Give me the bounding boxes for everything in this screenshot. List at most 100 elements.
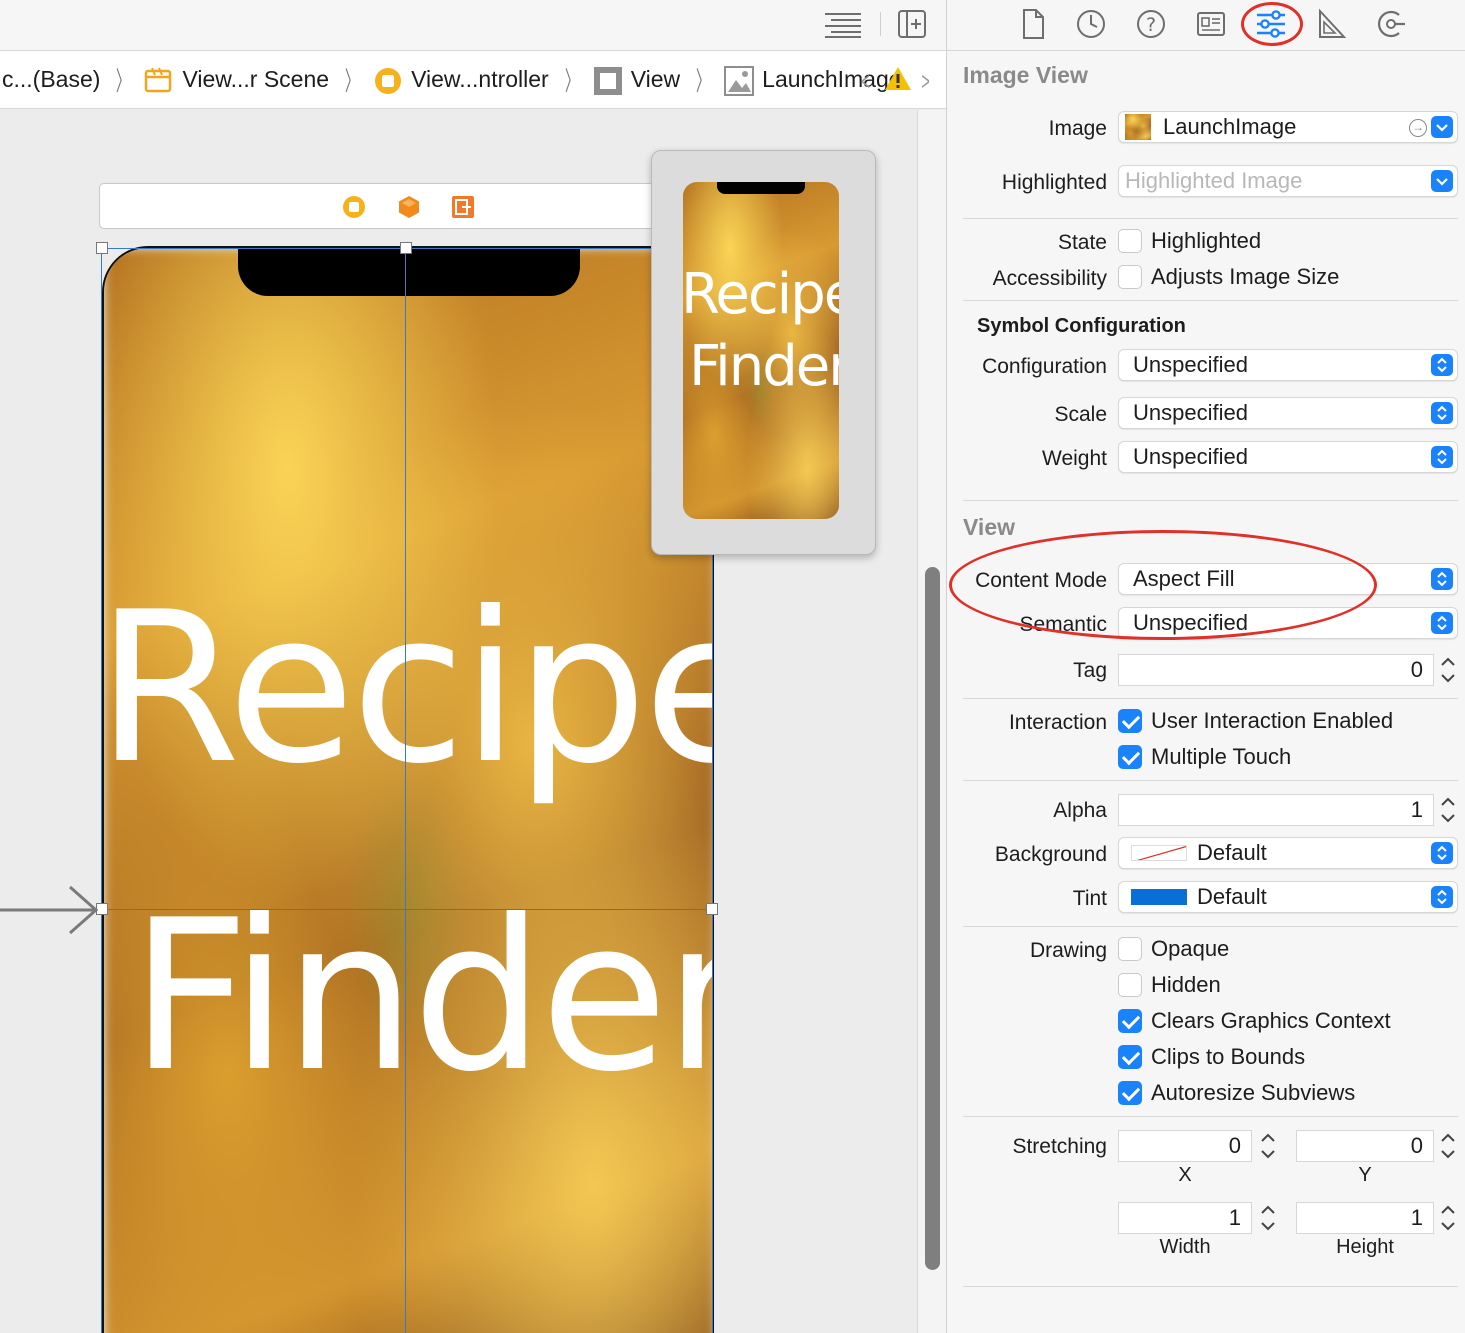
scrollbar-thumb[interactable] [925,567,940,1270]
resize-handle[interactable] [400,242,412,254]
chevron-down-icon[interactable] [1431,116,1453,138]
updown-chevron-icon[interactable] [1431,842,1453,864]
clears-graphics-row[interactable]: Clears Graphics Context [1118,1008,1391,1034]
tint-color-popup[interactable]: Default [1118,881,1458,913]
section-divider [963,1116,1458,1117]
tag-field[interactable]: 0 [1118,654,1434,686]
configuration-popup[interactable]: Unspecified [1118,349,1458,381]
scale-popup[interactable]: Unspecified [1118,397,1458,429]
updown-chevron-icon[interactable] [1431,354,1453,376]
hidden-checkbox[interactable] [1118,973,1142,997]
configuration-label: Configuration [982,355,1107,378]
attributes-inspector: ? Image View Image LaunchImage → Highlig… [946,0,1465,1333]
size-inspector-icon[interactable] [1311,6,1351,42]
opaque-row[interactable]: Opaque [1118,936,1229,962]
multiple-touch-checkbox[interactable] [1118,745,1142,769]
resize-handle[interactable] [706,903,718,915]
breadcrumb-separator: 〉 [564,66,579,96]
scale-value: Unspecified [1133,400,1248,425]
image-goto-icon[interactable]: → [1409,119,1427,137]
view-controller-dock-icon[interactable] [342,195,366,219]
highlighted-checkbox-row[interactable]: Highlighted [1118,228,1261,254]
file-inspector-icon[interactable] [1013,6,1053,42]
updown-chevron-icon[interactable] [1431,446,1453,468]
breadcrumb-scene[interactable]: View...r Scene [144,66,329,94]
stretch-x-field[interactable]: 0 [1118,1130,1252,1162]
add-editor-icon[interactable] [896,8,928,40]
autoresize-row[interactable]: Autoresize Subviews [1118,1080,1355,1106]
breadcrumb-separator: 〉 [116,66,131,96]
previous-issue-icon[interactable]: < [861,66,869,97]
image-label: Image [1048,117,1107,140]
adjusts-image-size-row[interactable]: Adjusts Image Size [1118,264,1339,290]
updown-chevron-icon[interactable] [1431,886,1453,908]
editor-options-icon[interactable] [823,9,863,39]
alpha-stepper[interactable] [1437,794,1459,826]
warning-icon[interactable] [884,65,912,93]
autoresize-checkbox[interactable] [1118,1081,1142,1105]
alpha-field[interactable]: 1 [1118,794,1434,826]
scene-icon [144,66,172,94]
storyboard-canvas[interactable]: Recipe Finder Recipe Finder [0,110,916,1333]
resize-handle[interactable] [96,242,108,254]
identity-inspector-icon[interactable] [1191,6,1231,42]
first-responder-icon[interactable] [397,195,421,219]
section-divider [963,698,1458,699]
breadcrumb-view-controller[interactable]: View...ntroller [373,66,549,94]
next-issue-icon[interactable]: > [921,66,929,97]
updown-chevron-icon[interactable] [1431,568,1453,590]
stretch-x-caption: X [1178,1164,1192,1186]
breadcrumb-view[interactable]: View [593,66,681,95]
chevron-down-icon[interactable] [1431,170,1453,192]
symbol-configuration-title: Symbol Configuration [977,315,1186,337]
background-color-popup[interactable]: Default [1118,837,1458,869]
toolbar-divider [880,12,881,36]
highlighted-image-combo-box[interactable]: Highlighted Image [1118,165,1458,197]
breadcrumb-label: View...ntroller [411,66,549,92]
connections-inspector-icon[interactable] [1371,6,1411,42]
highlighted-checkbox[interactable] [1118,229,1142,253]
tag-stepper[interactable] [1437,654,1459,686]
drawing-label: Drawing [1029,939,1107,962]
highlighted-checkbox-label: Highlighted [1151,228,1262,253]
jump-bar: c...(Base) 〉 View...r Scene 〉 View...ntr… [0,51,946,109]
entry-point-arrow-icon[interactable] [0,885,100,935]
exit-icon[interactable] [451,195,475,219]
updown-chevron-icon[interactable] [1431,402,1453,424]
weight-popup[interactable]: Unspecified [1118,441,1458,473]
accessibility-label: Accessibility [992,267,1107,290]
clips-to-bounds-row[interactable]: Clips to Bounds [1118,1044,1305,1070]
stretch-y-stepper[interactable] [1437,1130,1459,1162]
user-interaction-checkbox[interactable] [1118,709,1142,733]
history-inspector-icon[interactable] [1071,6,1111,42]
image-combo-box[interactable]: LaunchImage → [1118,111,1458,143]
stretch-height-field[interactable]: 1 [1296,1202,1434,1234]
clears-graphics-checkbox[interactable] [1118,1009,1142,1033]
breadcrumb-separator: 〉 [696,66,711,96]
user-interaction-row[interactable]: User Interaction Enabled [1118,708,1393,734]
adjusts-image-size-checkbox[interactable] [1118,265,1142,289]
updown-chevron-icon[interactable] [1431,612,1453,634]
clips-to-bounds-checkbox[interactable] [1118,1045,1142,1069]
stretch-y-field[interactable]: 0 [1296,1130,1434,1162]
opaque-checkbox[interactable] [1118,937,1142,961]
stretch-height-stepper[interactable] [1437,1202,1459,1234]
stretch-width-field[interactable]: 1 [1118,1202,1252,1234]
breadcrumb-base[interactable]: c...(Base) [2,66,100,93]
breadcrumb-label: c...(Base) [2,66,101,92]
canvas-scrollbar[interactable] [917,110,946,1333]
breadcrumb-launch-image[interactable]: LaunchImage [724,65,902,96]
scene-dock [99,183,659,229]
alpha-label: Alpha [1053,799,1107,822]
quick-help-icon[interactable]: ? [1131,6,1171,42]
hidden-row[interactable]: Hidden [1118,972,1221,998]
stretch-x-stepper[interactable] [1257,1130,1279,1162]
multiple-touch-row[interactable]: Multiple Touch [1118,744,1291,770]
stretch-width-stepper[interactable] [1257,1202,1279,1234]
section-divider [963,1286,1458,1287]
section-divider [963,500,1458,501]
editor-toolbar [0,0,946,51]
breadcrumb-label: View [630,66,681,92]
weight-label: Weight [1042,447,1107,470]
highlighted-image-placeholder: Highlighted Image [1125,168,1303,193]
